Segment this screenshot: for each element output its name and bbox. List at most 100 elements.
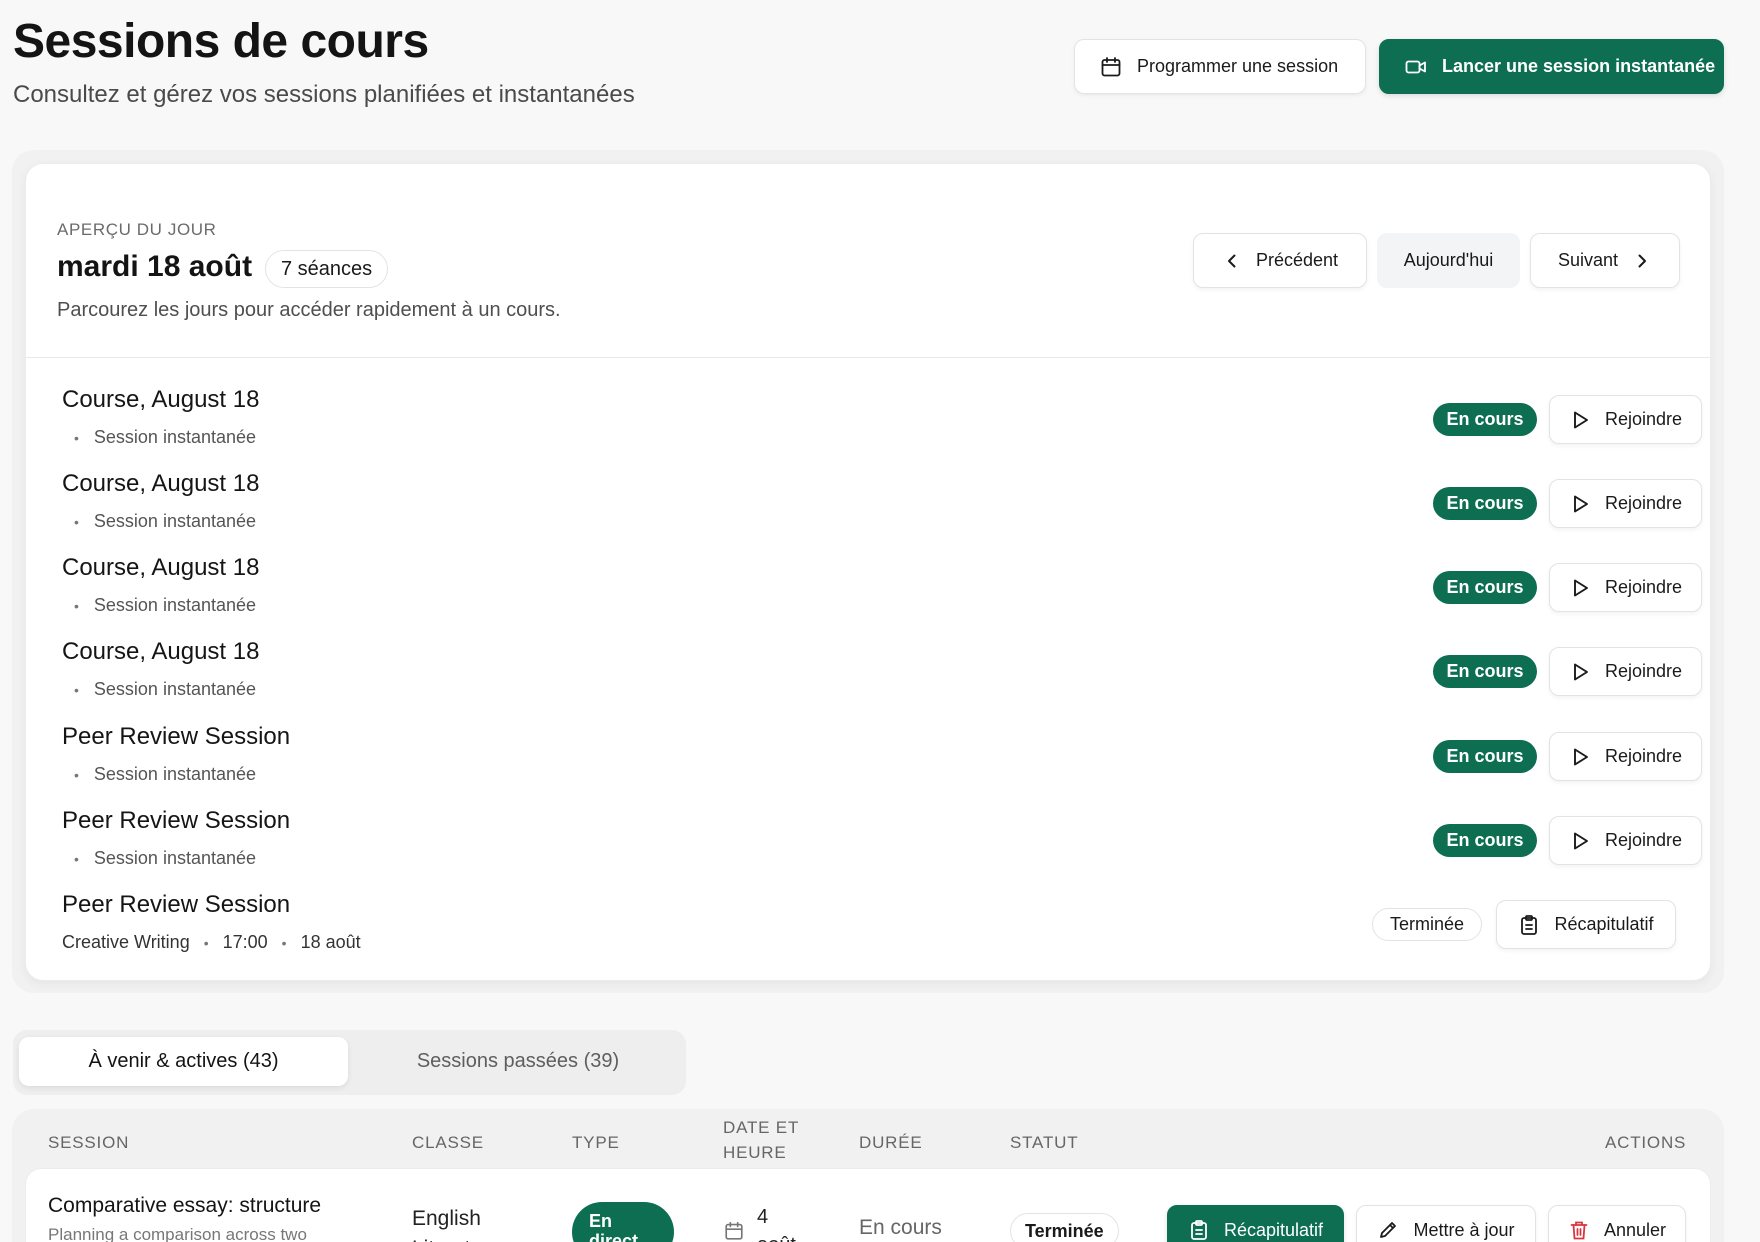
day-session-row: Peer Review Session • Session instantanée… — [26, 807, 1710, 891]
day-session-row: Course, August 18 • Session instantanée E… — [26, 386, 1710, 470]
column-header-status: STATUT — [1010, 1133, 1079, 1152]
session-type: Session instantanée — [93, 848, 257, 868]
day-session-row: Peer Review Session Creative Writing • 1… — [26, 891, 1710, 975]
row-class: English Literature — [412, 1207, 501, 1242]
play-icon — [1574, 663, 1588, 680]
session-meta: Creative Writing • 17:00 • 18 août — [62, 932, 361, 952]
overview-date: mardi 18 août — [57, 250, 253, 283]
session-title: Course, August 18 — [62, 638, 260, 665]
join-label: Rejoindre — [1604, 577, 1683, 597]
session-meta: • Session instantanée — [74, 511, 257, 531]
page-subtitle: Consultez et gérez vos sessions planifié… — [13, 81, 635, 108]
day-session-row: Course, August 18 • Session instantanée E… — [26, 638, 1710, 722]
calendar-icon — [1101, 56, 1121, 76]
session-tabs: À venir & actives (43) Sessions passées … — [13, 1030, 686, 1095]
day-overview-card: APERÇU DU JOUR mardi 18 août 7 séances P… — [25, 163, 1711, 981]
session-meta: • Session instantanée — [74, 848, 257, 868]
row-type-badge: En direct — [572, 1202, 674, 1242]
pencil-icon — [1380, 1222, 1397, 1238]
join-label: Rejoindre — [1604, 830, 1683, 850]
recap-label: Récapitulatif — [1554, 914, 1654, 934]
row-cancel-button[interactable]: Annuler — [1548, 1205, 1686, 1242]
session-title: Course, August 18 — [62, 554, 260, 581]
session-title: Peer Review Session — [62, 891, 291, 918]
tab-past-sessions[interactable]: Sessions passées (39) — [358, 1037, 678, 1086]
next-day-button[interactable]: Suivant — [1530, 233, 1680, 288]
row-recap-label: Récapitulatif — [1223, 1219, 1324, 1240]
previous-day-button[interactable]: Précédent — [1193, 233, 1367, 288]
status-badge: En cours — [1433, 571, 1537, 604]
today-label: Aujourd'hui — [1403, 250, 1494, 270]
overview-divider — [26, 357, 1710, 358]
play-icon — [1574, 495, 1588, 512]
column-header-session: SESSION — [48, 1133, 130, 1152]
play-icon — [1574, 832, 1588, 849]
status-badge: En cours — [1433, 740, 1537, 773]
launch-instant-session-label: Lancer une session instantanée — [1442, 56, 1716, 76]
join-label: Rejoindre — [1604, 746, 1683, 766]
session-meta: • Session instantanée — [74, 764, 257, 784]
session-meta: • Session instantanée — [74, 427, 257, 447]
recap-button[interactable]: Récapitulatif — [1496, 900, 1676, 949]
session-type: Session instantanée — [93, 764, 257, 784]
session-meta: • Session instantanée — [74, 595, 257, 615]
row-update-label: Mettre à jour — [1413, 1219, 1515, 1240]
next-day-label: Suivant — [1557, 250, 1619, 270]
day-session-row: Course, August 18 • Session instantanée E… — [26, 470, 1710, 554]
session-type: Session instantanée — [93, 595, 257, 615]
status-badge: Terminée — [1372, 908, 1482, 941]
play-icon — [1574, 411, 1588, 428]
status-badge: En cours — [1433, 824, 1537, 857]
clipboard-icon — [1191, 1220, 1207, 1240]
schedule-session-label: Programmer une session — [1137, 56, 1339, 76]
column-header-duration: DURÉE — [859, 1133, 923, 1152]
today-button[interactable]: Aujourd'hui — [1377, 233, 1520, 288]
session-title: Peer Review Session — [62, 807, 291, 834]
schedule-session-button[interactable]: Programmer une session — [1074, 39, 1366, 94]
row-recap-button[interactable]: Récapitulatif — [1167, 1205, 1344, 1242]
day-session-row: Peer Review Session • Session instantanée… — [26, 723, 1710, 807]
row-update-button[interactable]: Mettre à jour — [1356, 1205, 1536, 1242]
launch-instant-session-button[interactable]: Lancer une session instantanée — [1379, 39, 1724, 94]
status-badge: En cours — [1433, 655, 1537, 688]
join-label: Rejoindre — [1604, 409, 1683, 429]
session-title: Peer Review Session — [62, 723, 291, 750]
join-label: Rejoindre — [1604, 493, 1683, 513]
overview-eyebrow: APERÇU DU JOUR — [57, 220, 217, 239]
chevron-left-icon — [1227, 254, 1236, 267]
chevron-right-icon — [1638, 254, 1647, 267]
join-session-button[interactable]: Rejoindre — [1549, 479, 1702, 528]
join-session-button[interactable]: Rejoindre — [1549, 395, 1702, 444]
row-session-description: Planning a comparison across two — [48, 1225, 307, 1242]
row-cancel-label: Annuler — [1603, 1219, 1667, 1240]
session-type: Session instantanée — [93, 679, 257, 699]
join-session-button[interactable]: Rejoindre — [1549, 563, 1702, 612]
session-meta: • Session instantanée — [74, 679, 257, 699]
video-camera-icon — [1405, 60, 1426, 73]
status-badge: En cours — [1433, 403, 1537, 436]
status-badge: En cours — [1433, 487, 1537, 520]
session-type: Session instantanée — [93, 427, 257, 447]
session-title: Course, August 18 — [62, 470, 260, 497]
tab-upcoming-active[interactable]: À venir & actives (43) — [19, 1037, 348, 1086]
overview-description: Parcourez les jours pour accéder rapidem… — [57, 299, 561, 321]
join-label: Rejoindre — [1604, 661, 1683, 681]
join-session-button[interactable]: Rejoindre — [1549, 816, 1702, 865]
row-date: 4 août — [757, 1206, 796, 1242]
play-icon — [1574, 748, 1588, 765]
session-time: 17:00 — [222, 932, 268, 952]
session-type: Session instantanée — [93, 511, 257, 531]
column-header-datetime: DATE ET HEURE — [723, 1118, 800, 1162]
column-header-type: TYPE — [572, 1133, 620, 1152]
join-session-button[interactable]: Rejoindre — [1549, 647, 1702, 696]
session-count-badge: 7 séances — [265, 250, 389, 288]
trash-icon — [1570, 1221, 1588, 1240]
page-title: Sessions de cours — [13, 15, 429, 68]
session-date: 18 août — [300, 932, 361, 952]
join-session-button[interactable]: Rejoindre — [1549, 732, 1702, 781]
day-session-row: Course, August 18 • Session instantanée E… — [26, 554, 1710, 638]
row-status-badge: Terminée — [1010, 1213, 1119, 1242]
session-title: Course, August 18 — [62, 386, 260, 413]
row-session-title: Comparative essay: structure — [48, 1194, 322, 1217]
clipboard-icon — [1521, 914, 1538, 935]
